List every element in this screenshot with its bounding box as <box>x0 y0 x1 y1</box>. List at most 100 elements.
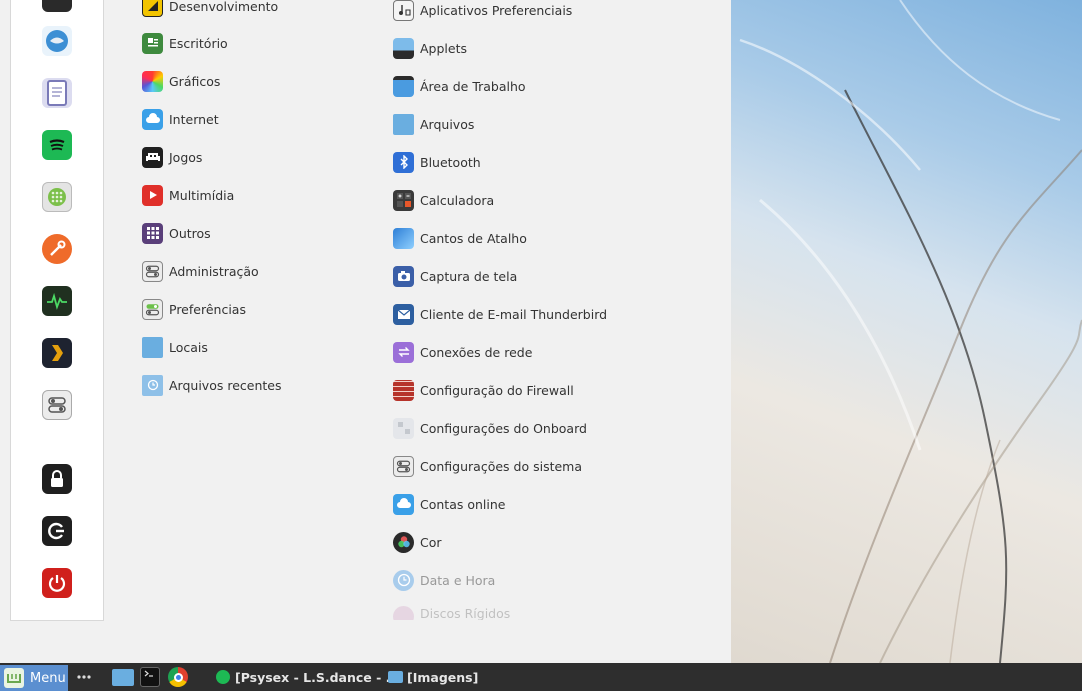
app-label: Captura de tela <box>420 268 518 284</box>
terminal-launcher-icon[interactable] <box>140 666 162 688</box>
power-icon[interactable] <box>42 568 72 598</box>
calculator-icon[interactable] <box>42 182 72 212</box>
network-icon <box>393 341 414 363</box>
date-time-icon <box>393 569 414 591</box>
app-label: Cliente de E-mail Thunderbird <box>420 306 608 322</box>
category-label: Escritório <box>169 35 228 51</box>
category-label: Administração <box>169 263 259 279</box>
category-jogos[interactable]: Jogos <box>142 145 202 169</box>
app-label: Calculadora <box>420 192 495 208</box>
system-monitor-icon[interactable] <box>42 286 72 316</box>
disks-icon <box>393 606 414 620</box>
top-clipped-icon[interactable] <box>42 0 72 12</box>
category-escritorio[interactable]: Escritório <box>142 31 228 55</box>
category-administracao[interactable]: Administração <box>142 259 259 283</box>
app-label: Aplicativos Preferenciais <box>420 2 573 18</box>
category-multimidia[interactable]: Multimídia <box>142 183 234 207</box>
category-desenvolvimento[interactable]: Desenvolvimento <box>142 0 278 18</box>
logout-icon[interactable] <box>42 516 72 546</box>
applets-icon <box>393 37 414 59</box>
app-discos-rigidos[interactable]: Discos Rígidos <box>393 606 510 620</box>
category-internet[interactable]: Internet <box>142 107 219 131</box>
app-configuracoes-do-sistema[interactable]: Configurações do sistema <box>393 454 582 478</box>
app-calculadora[interactable]: Calculadora <box>393 188 494 212</box>
hot-corners-icon <box>393 227 414 249</box>
favorites-sidebar <box>10 0 104 621</box>
app-bluetooth[interactable]: Bluetooth <box>393 150 481 174</box>
games-icon <box>142 146 163 168</box>
category-locais[interactable]: Locais <box>142 335 208 359</box>
app-cantos-de-atalho[interactable]: Cantos de Atalho <box>393 226 527 250</box>
document-icon[interactable] <box>42 78 72 108</box>
menu-label: Menu <box>30 670 66 686</box>
chrome-launcher-icon[interactable] <box>168 666 190 688</box>
screenshot-icon <box>393 265 414 287</box>
preferences-icon <box>142 298 163 320</box>
app-label: Applets <box>420 40 467 56</box>
firewall-icon <box>393 379 414 401</box>
category-label: Desenvolvimento <box>169 0 279 14</box>
app-label: Cantos de Atalho <box>420 230 527 246</box>
administration-icon <box>142 260 163 282</box>
spotify-icon[interactable] <box>42 130 72 160</box>
taskbar-task-spotify[interactable]: [Psysex - L.S.dance - ... <box>216 666 400 688</box>
places-icon <box>142 336 163 358</box>
category-label: Outros <box>169 225 211 241</box>
development-icon <box>142 0 163 17</box>
app-configuracao-do-firewall[interactable]: Configuração do Firewall <box>393 378 574 402</box>
other-icon <box>142 222 163 244</box>
taskbar-task-images[interactable]: [Imagens] <box>388 666 478 688</box>
category-outros[interactable]: Outros <box>142 221 211 245</box>
task-label: [Psysex - L.S.dance - ... <box>235 669 400 685</box>
app-label: Configurações do Onboard <box>420 420 587 436</box>
app-label: Data e Hora <box>420 572 496 588</box>
graphics-icon <box>142 70 163 92</box>
app-area-de-trabalho[interactable]: Área de Trabalho <box>393 74 526 98</box>
app-label: Configuração do Firewall <box>420 382 574 398</box>
app-label: Conexões de rede <box>420 344 533 360</box>
app-aplicativos-preferenciais[interactable]: Aplicativos Preferenciais <box>393 0 572 22</box>
color-icon <box>393 531 414 553</box>
application-menu: Desenvolvimento Escritório Gráficos Inte… <box>0 0 731 663</box>
menu-button[interactable]: Menu <box>0 665 68 691</box>
app-captura-de-tela[interactable]: Captura de tela <box>393 264 517 288</box>
category-arquivos-recentes[interactable]: Arquivos recentes <box>142 373 281 397</box>
settings-icon[interactable] <box>42 390 72 420</box>
category-label: Arquivos recentes <box>169 377 282 393</box>
folder-icon <box>388 671 403 683</box>
category-preferencias[interactable]: Preferências <box>142 297 246 321</box>
desktop-icon <box>393 75 414 97</box>
task-label: [Imagens] <box>407 669 479 685</box>
lock-icon[interactable] <box>42 464 72 494</box>
thunderbird-icon <box>393 303 414 325</box>
category-label: Preferências <box>169 301 246 317</box>
internet-icon <box>142 108 163 130</box>
show-desktop-icon[interactable] <box>76 666 92 688</box>
app-applets[interactable]: Applets <box>393 36 467 60</box>
app-contas-online[interactable]: Contas online <box>393 492 505 516</box>
thunderbird-icon[interactable] <box>42 26 72 56</box>
app-conexoes-de-rede[interactable]: Conexões de rede <box>393 340 532 364</box>
app-cor[interactable]: Cor <box>393 530 442 554</box>
category-label: Locais <box>169 339 208 355</box>
app-thunderbird[interactable]: Cliente de E-mail Thunderbird <box>393 302 607 326</box>
category-graficos[interactable]: Gráficos <box>142 69 220 93</box>
system-settings-icon <box>393 455 414 477</box>
app-label: Discos Rígidos <box>420 606 511 620</box>
app-configuracoes-do-onboard[interactable]: Configurações do Onboard <box>393 416 587 440</box>
multimedia-icon <box>142 184 163 206</box>
plex-icon[interactable] <box>42 338 72 368</box>
files-launcher-icon[interactable] <box>112 666 134 688</box>
app-arquivos[interactable]: Arquivos <box>393 112 474 136</box>
spotify-icon <box>216 670 230 684</box>
recent-files-icon <box>142 374 163 396</box>
app-data-e-hora[interactable]: Data e Hora <box>393 568 495 592</box>
online-accounts-icon <box>393 493 414 515</box>
tools-icon[interactable] <box>42 234 72 264</box>
app-label: Arquivos <box>420 116 475 132</box>
files-icon <box>393 113 414 135</box>
calculator-icon <box>393 189 414 211</box>
app-label: Cor <box>420 534 442 550</box>
category-label: Jogos <box>169 149 203 165</box>
mint-logo-icon <box>4 668 24 688</box>
